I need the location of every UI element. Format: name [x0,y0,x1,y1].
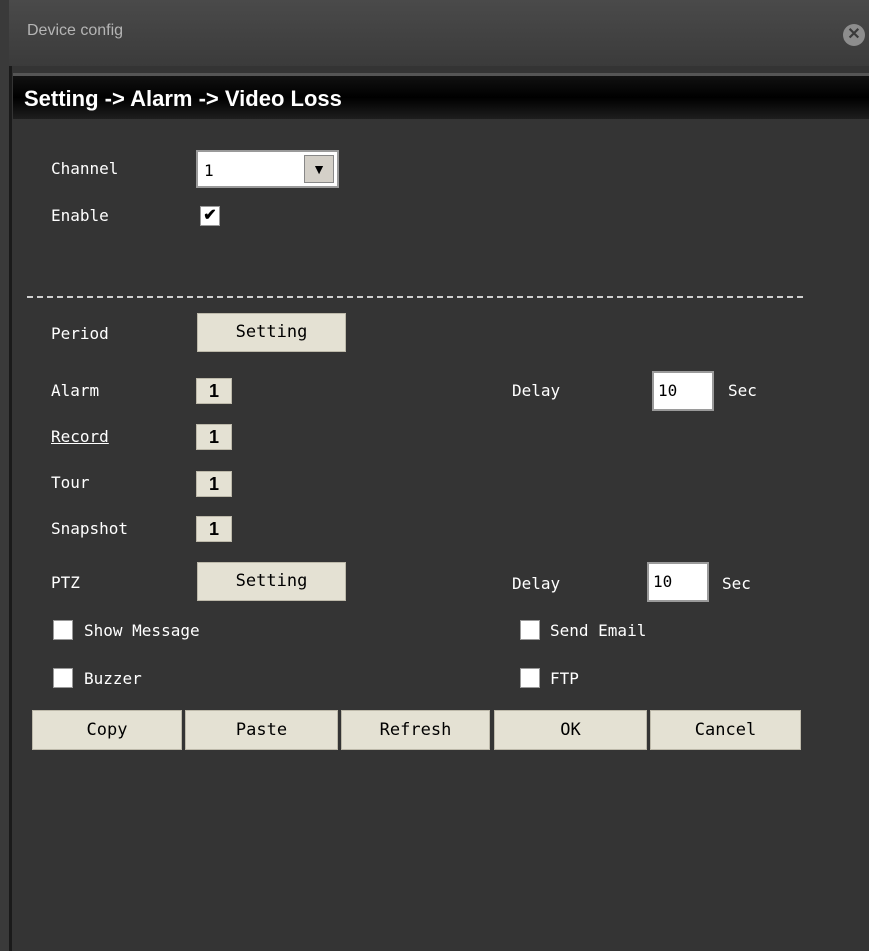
snapshot-channel-button[interactable]: 1 [196,516,232,542]
buzzer-checkbox[interactable] [53,668,73,688]
window-inner-border [9,66,12,951]
period-setting-button[interactable]: Setting [197,313,346,352]
channel-value: 1 [204,161,214,180]
ok-button[interactable]: OK [494,710,647,750]
ptz-delay-label: Delay [512,574,561,593]
channel-label: Channel [51,159,119,178]
window-title: Device config [27,22,124,39]
enable-checkbox[interactable]: ✔ [200,206,220,226]
section-divider [27,296,803,298]
copy-button[interactable]: Copy [32,710,182,750]
device-config-window: Device config ✕ Setting -> Alarm -> Vide… [0,0,869,951]
alarm-channel-button[interactable]: 1 [196,378,232,404]
show-message-label: Show Message [84,621,200,640]
ptz-delay-input[interactable]: 10 [647,562,709,602]
cancel-button[interactable]: Cancel [650,710,801,750]
enable-label: Enable [51,206,109,225]
alarm-label: Alarm [51,381,100,400]
tour-channel-button[interactable]: 1 [196,471,232,497]
record-label: Record [51,427,109,446]
close-icon[interactable]: ✕ [843,24,865,46]
alarm-delay-label: Delay [512,381,561,400]
window-left-border [0,0,9,951]
breadcrumb-bar: Setting -> Alarm -> Video Loss [13,73,869,119]
ftp-checkbox[interactable] [520,668,540,688]
send-email-label: Send Email [550,621,647,640]
ptz-setting-button[interactable]: Setting [197,562,346,601]
record-channel-button[interactable]: 1 [196,424,232,450]
paste-button[interactable]: Paste [185,710,338,750]
title-bar[interactable]: Device config [9,0,869,66]
show-message-checkbox[interactable] [53,620,73,640]
ptz-delay-unit: Sec [722,574,751,593]
chevron-down-icon[interactable]: ▼ [304,155,334,183]
alarm-delay-input[interactable]: 10 [652,371,714,411]
alarm-delay-unit: Sec [728,381,757,400]
ftp-label: FTP [550,669,579,688]
refresh-button[interactable]: Refresh [341,710,490,750]
tour-label: Tour [51,473,90,492]
period-label: Period [51,324,109,343]
breadcrumb: Setting -> Alarm -> Video Loss [24,86,342,111]
snapshot-label: Snapshot [51,519,129,538]
send-email-checkbox[interactable] [520,620,540,640]
channel-select[interactable]: 1 ▼ [196,150,339,188]
ptz-label: PTZ [51,573,80,592]
buzzer-label: Buzzer [84,669,142,688]
